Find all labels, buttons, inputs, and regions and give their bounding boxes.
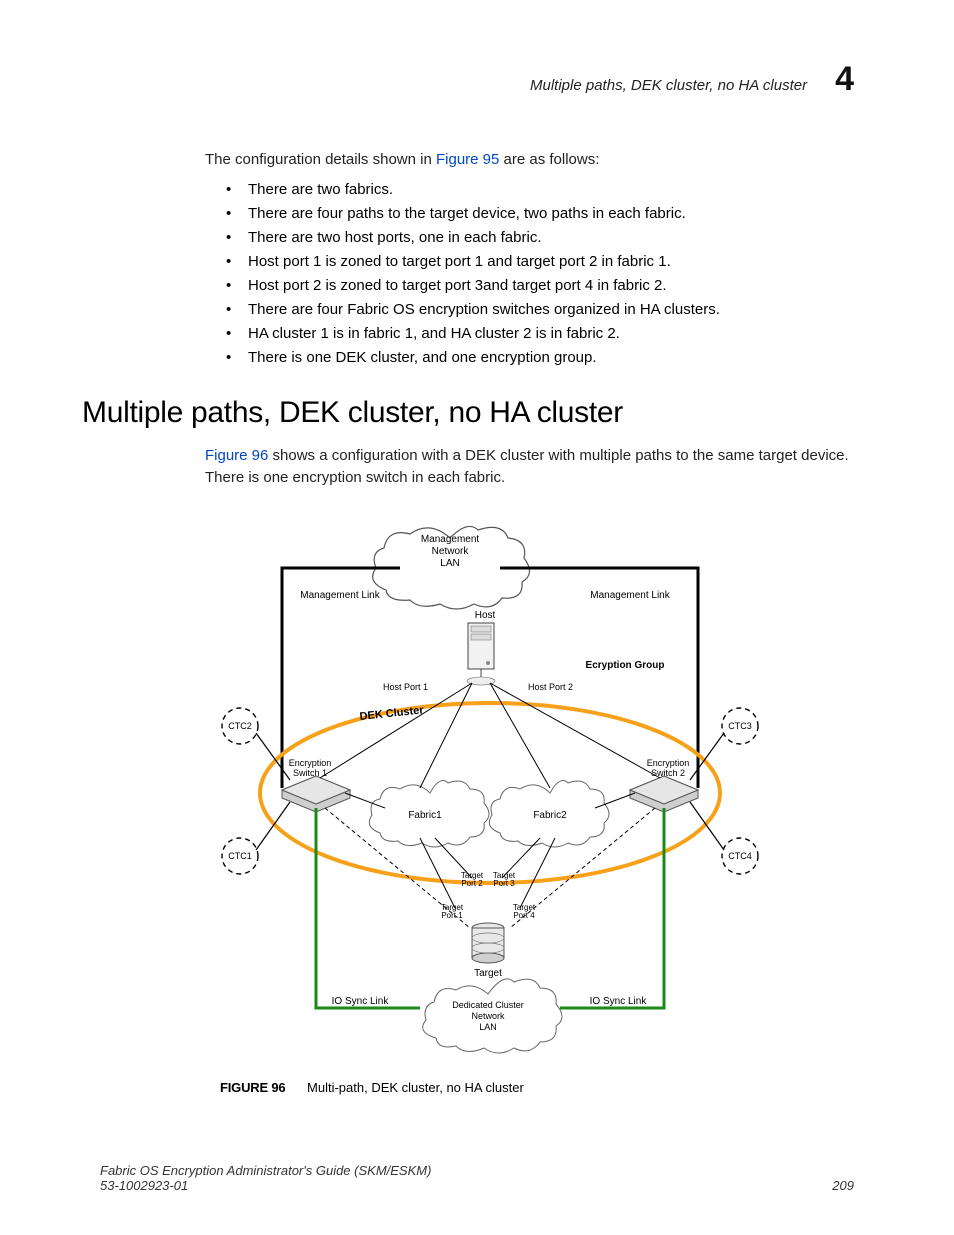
tp2-l2: Port 2 xyxy=(461,879,483,888)
intro-paragraph: The configuration details shown in Figur… xyxy=(205,149,854,171)
mgmt-lan-label-3: LAN xyxy=(440,558,459,569)
fabric2-cloud: Fabric2 xyxy=(489,781,609,847)
figure-label: FIGURE 96 xyxy=(220,1080,285,1095)
list-item: Host port 1 is zoned to target port 1 an… xyxy=(220,253,854,270)
footer-doc-title: Fabric OS Encryption Administrator's Gui… xyxy=(100,1163,431,1178)
list-item: Host port 2 is zoned to target port 3and… xyxy=(220,277,854,294)
enc-sw2-label-1: Encryption xyxy=(647,758,690,768)
ctc1-label: CTC1 xyxy=(228,851,252,861)
figure-caption-text: Multi-path, DEK cluster, no HA cluster xyxy=(307,1080,524,1095)
page: Multiple paths, DEK cluster, no HA clust… xyxy=(0,0,954,1235)
cluster-lan-l2: Network xyxy=(471,1011,505,1021)
tp3-l2: Port 3 xyxy=(493,879,515,888)
fabric1-cloud: Fabric1 xyxy=(369,781,489,847)
list-item: There are four paths to the target devic… xyxy=(220,205,854,222)
figure-95-link[interactable]: Figure 95 xyxy=(436,151,499,168)
list-item: There are two fabrics. xyxy=(220,181,854,198)
figure-caption: FIGURE 96 Multi-path, DEK cluster, no HA… xyxy=(220,1080,760,1095)
intro-suffix: are as follows: xyxy=(499,151,599,168)
figure-96-link[interactable]: Figure 96 xyxy=(205,447,268,464)
target-icon xyxy=(472,923,504,963)
io-sync-left-label: IO Sync Link xyxy=(332,996,390,1007)
ctc3-label: CTC3 xyxy=(728,721,752,731)
list-item: There are four Fabric OS encryption swit… xyxy=(220,301,854,318)
list-item: HA cluster 1 is in fabric 1, and HA clus… xyxy=(220,325,854,342)
fabric2-label: Fabric2 xyxy=(533,810,567,821)
cluster-lan-l3: LAN xyxy=(479,1022,497,1032)
cluster-lan-l1: Dedicated Cluster xyxy=(452,1000,524,1010)
host-port-2-label: Host Port 2 xyxy=(528,682,573,692)
intro-prefix: The configuration details shown in xyxy=(205,151,436,168)
section-para-suffix: shows a configuration with a DEK cluster… xyxy=(205,447,849,486)
config-bullet-list: There are two fabrics. There are four pa… xyxy=(220,181,854,366)
enc-sw1-label-1: Encryption xyxy=(289,758,332,768)
running-header: Multiple paths, DEK cluster, no HA clust… xyxy=(100,60,854,99)
fabric1-label: Fabric1 xyxy=(408,810,442,821)
mgmt-lan-label-2: Network xyxy=(432,546,470,557)
host-port-1-label: Host Port 1 xyxy=(383,682,428,692)
host-label: Host xyxy=(475,610,496,621)
encryption-switch-2: Encryption Switch 2 xyxy=(630,758,698,812)
footer-page-number: 209 xyxy=(832,1178,854,1193)
mgmt-lan-label-1: Management xyxy=(421,534,480,545)
list-item: There are two host ports, one in each fa… xyxy=(220,229,854,246)
footer-doc-number: 53-1002923-01 xyxy=(100,1178,431,1193)
figure-96: Management Network LAN Management Link M… xyxy=(220,508,760,1095)
chapter-number: 4 xyxy=(835,60,854,99)
host-icon xyxy=(467,623,495,685)
section-heading: Multiple paths, DEK cluster, no HA clust… xyxy=(82,396,854,430)
mgmt-link-left-label: Management Link xyxy=(300,590,380,601)
encryption-group-label: Ecryption Group xyxy=(586,660,665,671)
target-label: Target xyxy=(474,968,502,979)
section-paragraph: Figure 96 shows a configuration with a D… xyxy=(205,445,854,489)
dek-cluster-label: DEK Cluster xyxy=(359,705,425,724)
tp4-l2: Port 4 xyxy=(513,911,535,920)
header-title: Multiple paths, DEK cluster, no HA clust… xyxy=(530,77,807,94)
ctc2-label: CTC2 xyxy=(228,721,252,731)
diagram-svg: Management Network LAN Management Link M… xyxy=(220,508,760,1068)
io-sync-right-label: IO Sync Link xyxy=(590,996,648,1007)
mgmt-link-right-label: Management Link xyxy=(590,590,670,601)
list-item: There is one DEK cluster, and one encryp… xyxy=(220,349,854,366)
tp1-l2: Port 1 xyxy=(441,911,463,920)
cluster-lan-cloud: Dedicated Cluster Network LAN xyxy=(423,979,562,1053)
ctc4-label: CTC4 xyxy=(728,851,752,861)
page-footer: Fabric OS Encryption Administrator's Gui… xyxy=(100,1163,854,1193)
enc-sw2-label-2: Switch 2 xyxy=(651,768,685,778)
